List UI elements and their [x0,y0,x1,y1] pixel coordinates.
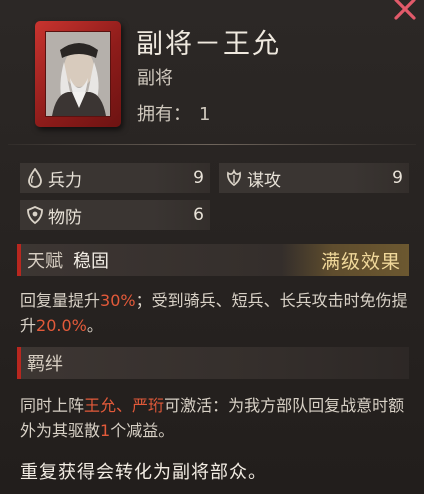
strategy-icon [223,167,245,189]
header-divider [8,144,416,145]
close-icon [394,0,416,20]
general-rank: 副将 [137,68,173,89]
stat-label: 兵力 [48,170,82,191]
close-button[interactable] [390,0,420,24]
general-title: 副将－王允 [136,29,281,60]
bond-header: 羁绊 [17,347,409,379]
talent-name: 稳固 [73,251,109,272]
stat-strategy: 谋攻 9 [219,163,409,193]
stat-value: 6 [193,205,204,225]
troops-icon [24,167,46,189]
stat-value: 9 [193,168,204,188]
section-accent-bar [17,244,21,276]
stat-troops: 兵力 9 [20,163,210,193]
portrait-image [45,31,111,117]
owned-value: 1 [199,104,211,125]
max-level-label: 满级效果 [320,250,401,273]
owned-label: 拥有： [137,104,191,125]
owned-count: 拥有： 1 [137,100,210,126]
defense-icon [24,204,46,226]
stat-value: 9 [392,168,403,188]
duplicate-conversion-note: 重复获得会转化为副将部众。 [20,462,267,483]
bond-section-label: 羁绊 [27,354,63,375]
general-portrait-card [35,21,121,127]
max-level-badge: 满级效果 [281,244,409,276]
bond-general-name: 严珩 [132,396,165,415]
bond-description: 同时上阵王允、严珩可激活：为我方部队回复战意时额外为其驱散1个减益。 [20,396,405,440]
highlight-value: 30% [100,291,136,310]
stat-defense: 物防 6 [20,200,210,230]
bond-general-name: 王允 [84,396,117,415]
stat-label: 物防 [48,207,82,228]
general-detail-panel: 副将－王允 副将 拥有： 1 兵力 9 谋攻 9 物防 6 天赋 稳固 满级效果 … [0,0,424,494]
talent-description: 回复量提升30%；受到骑兵、短兵、长兵攻击时免伤提升20.0%。 [20,291,408,335]
stat-label: 谋攻 [247,170,281,191]
section-accent-bar [17,347,21,379]
dispel-count: 1 [100,421,111,440]
talent-header: 天赋 稳固 满级效果 [17,244,409,276]
highlight-value: 20.0% [36,316,87,335]
talent-section-label: 天赋 [27,251,63,272]
